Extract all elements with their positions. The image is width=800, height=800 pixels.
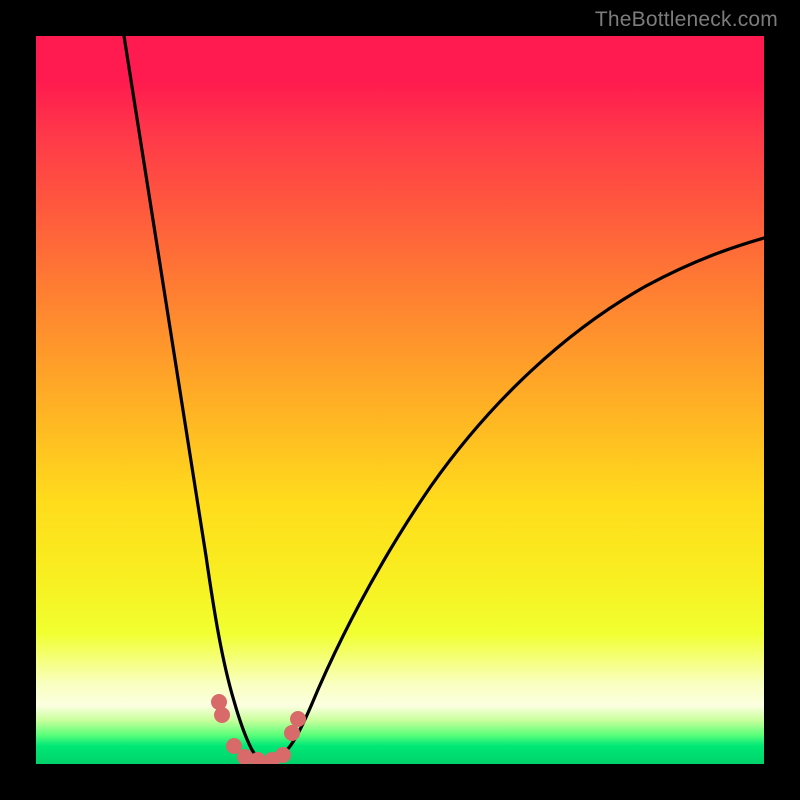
marker-dot: [250, 752, 266, 764]
watermark-text: TheBottleneck.com: [595, 8, 778, 32]
curve-left-branch: [124, 36, 261, 757]
bottleneck-curve: [36, 36, 764, 764]
marker-dot: [284, 725, 300, 741]
marker-dot: [214, 707, 230, 723]
plot-area: [36, 36, 764, 764]
marker-dot: [290, 711, 306, 727]
markers-group: [211, 694, 306, 764]
curve-right-branch: [276, 238, 764, 758]
chart-frame: TheBottleneck.com: [0, 0, 800, 800]
marker-dot: [275, 747, 291, 763]
